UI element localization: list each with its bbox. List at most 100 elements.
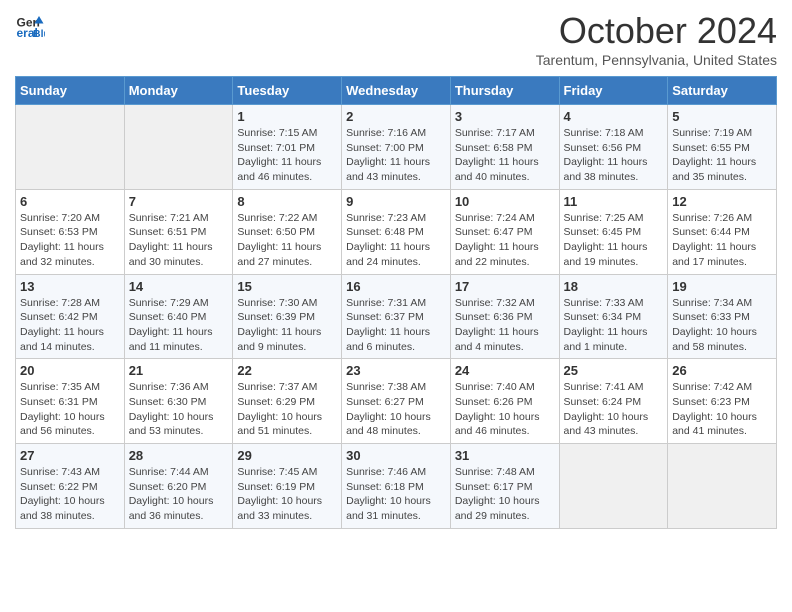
day-number: 22 (237, 363, 337, 378)
calendar-cell (668, 444, 777, 529)
calendar-cell: 22Sunrise: 7:37 AM Sunset: 6:29 PM Dayli… (233, 359, 342, 444)
day-number: 10 (455, 194, 555, 209)
day-info: Sunrise: 7:46 AM Sunset: 6:18 PM Dayligh… (346, 465, 446, 524)
day-info: Sunrise: 7:40 AM Sunset: 6:26 PM Dayligh… (455, 380, 555, 439)
day-info: Sunrise: 7:30 AM Sunset: 6:39 PM Dayligh… (237, 296, 337, 355)
calendar-cell: 18 Sunrise: 7:33 AM Sunset: 6:34 PM Dayli… (559, 274, 668, 359)
day-info: Sunrise: 7:21 AM Sunset: 6:51 PM Dayligh… (129, 211, 229, 270)
calendar-week-row: 27 Sunrise: 7:43 AM Sunset: 6:22 PM Dayli… (16, 444, 777, 529)
month-title: October 2024 (536, 10, 777, 52)
day-number: 18 (564, 279, 664, 294)
day-number: 7 (129, 194, 229, 209)
day-number: 28 (129, 448, 229, 463)
day-info: Sunrise: 7:24 AM Sunset: 6:47 PM Dayligh… (455, 211, 555, 270)
calendar-week-row: 1 Sunrise: 7:15 AM Sunset: 7:01 PM Daylig… (16, 105, 777, 190)
day-info: Sunrise: 7:45 AM Sunset: 6:19 PM Dayligh… (237, 465, 337, 524)
day-info: Sunrise: 7:15 AM Sunset: 7:01 PM Dayligh… (237, 126, 337, 185)
day-number: 5 (672, 109, 772, 124)
day-number: 4 (564, 109, 664, 124)
day-number: 14 (129, 279, 229, 294)
day-number: 29 (237, 448, 337, 463)
day-info: Sunrise: 7:32 AM Sunset: 6:36 PM Dayligh… (455, 296, 555, 355)
svg-text:Blue: Blue (33, 28, 45, 40)
calendar-cell: 11Sunrise: 7:25 AM Sunset: 6:45 PM Dayli… (559, 189, 668, 274)
day-number: 20 (20, 363, 120, 378)
col-header-friday: Friday (559, 77, 668, 105)
day-info: Sunrise: 7:26 AM Sunset: 6:44 PM Dayligh… (672, 211, 772, 270)
day-info: Sunrise: 7:19 AM Sunset: 6:55 PM Dayligh… (672, 126, 772, 185)
col-header-thursday: Thursday (450, 77, 559, 105)
calendar-cell: 14 Sunrise: 7:29 AM Sunset: 6:40 PM Dayli… (124, 274, 233, 359)
day-number: 13 (20, 279, 120, 294)
day-info: Sunrise: 7:38 AM Sunset: 6:27 PM Dayligh… (346, 380, 446, 439)
day-number: 2 (346, 109, 446, 124)
page-header: Gen eral Blue October 2024 Tarentum, Pen… (15, 10, 777, 68)
day-info: Sunrise: 7:48 AM Sunset: 6:17 PM Dayligh… (455, 465, 555, 524)
calendar-cell: 6Sunrise: 7:20 AM Sunset: 6:53 PM Daylig… (16, 189, 125, 274)
day-info: Sunrise: 7:18 AM Sunset: 6:56 PM Dayligh… (564, 126, 664, 185)
day-number: 17 (455, 279, 555, 294)
col-header-monday: Monday (124, 77, 233, 105)
day-number: 12 (672, 194, 772, 209)
day-number: 9 (346, 194, 446, 209)
calendar-cell: 3 Sunrise: 7:17 AM Sunset: 6:58 PM Daylig… (450, 105, 559, 190)
calendar-cell: 21Sunrise: 7:36 AM Sunset: 6:30 PM Dayli… (124, 359, 233, 444)
calendar-cell: 30 Sunrise: 7:46 AM Sunset: 6:18 PM Dayli… (342, 444, 451, 529)
calendar-cell: 24 Sunrise: 7:40 AM Sunset: 6:26 PM Dayli… (450, 359, 559, 444)
calendar-cell: 20 Sunrise: 7:35 AM Sunset: 6:31 PM Dayli… (16, 359, 125, 444)
col-header-wednesday: Wednesday (342, 77, 451, 105)
calendar-cell (559, 444, 668, 529)
day-number: 3 (455, 109, 555, 124)
calendar-cell: 5 Sunrise: 7:19 AM Sunset: 6:55 PM Daylig… (668, 105, 777, 190)
logo: Gen eral Blue (15, 10, 45, 40)
calendar-cell: 17 Sunrise: 7:32 AM Sunset: 6:36 PM Dayli… (450, 274, 559, 359)
day-number: 24 (455, 363, 555, 378)
calendar-cell: 1 Sunrise: 7:15 AM Sunset: 7:01 PM Daylig… (233, 105, 342, 190)
day-info: Sunrise: 7:31 AM Sunset: 6:37 PM Dayligh… (346, 296, 446, 355)
calendar-week-row: 6Sunrise: 7:20 AM Sunset: 6:53 PM Daylig… (16, 189, 777, 274)
calendar-cell: 10 Sunrise: 7:24 AM Sunset: 6:47 PM Dayli… (450, 189, 559, 274)
day-number: 1 (237, 109, 337, 124)
calendar-cell: 4 Sunrise: 7:18 AM Sunset: 6:56 PM Daylig… (559, 105, 668, 190)
day-info: Sunrise: 7:43 AM Sunset: 6:22 PM Dayligh… (20, 465, 120, 524)
day-info: Sunrise: 7:35 AM Sunset: 6:31 PM Dayligh… (20, 380, 120, 439)
day-info: Sunrise: 7:41 AM Sunset: 6:24 PM Dayligh… (564, 380, 664, 439)
calendar-cell: 31 Sunrise: 7:48 AM Sunset: 6:17 PM Dayli… (450, 444, 559, 529)
calendar-cell: 7 Sunrise: 7:21 AM Sunset: 6:51 PM Daylig… (124, 189, 233, 274)
day-number: 26 (672, 363, 772, 378)
day-number: 19 (672, 279, 772, 294)
day-info: Sunrise: 7:33 AM Sunset: 6:34 PM Dayligh… (564, 296, 664, 355)
day-info: Sunrise: 7:22 AM Sunset: 6:50 PM Dayligh… (237, 211, 337, 270)
calendar-cell: 2 Sunrise: 7:16 AM Sunset: 7:00 PM Daylig… (342, 105, 451, 190)
day-number: 15 (237, 279, 337, 294)
day-info: Sunrise: 7:17 AM Sunset: 6:58 PM Dayligh… (455, 126, 555, 185)
day-info: Sunrise: 7:44 AM Sunset: 6:20 PM Dayligh… (129, 465, 229, 524)
calendar-cell: 19 Sunrise: 7:34 AM Sunset: 6:33 PM Dayli… (668, 274, 777, 359)
calendar-cell: 8Sunrise: 7:22 AM Sunset: 6:50 PM Daylig… (233, 189, 342, 274)
calendar-cell: 15 Sunrise: 7:30 AM Sunset: 6:39 PM Dayli… (233, 274, 342, 359)
calendar-cell: 29 Sunrise: 7:45 AM Sunset: 6:19 PM Dayli… (233, 444, 342, 529)
day-number: 11 (564, 194, 664, 209)
day-number: 21 (129, 363, 229, 378)
calendar-cell (124, 105, 233, 190)
calendar-cell: 23Sunrise: 7:38 AM Sunset: 6:27 PM Dayli… (342, 359, 451, 444)
day-number: 25 (564, 363, 664, 378)
day-number: 31 (455, 448, 555, 463)
day-info: Sunrise: 7:34 AM Sunset: 6:33 PM Dayligh… (672, 296, 772, 355)
col-header-tuesday: Tuesday (233, 77, 342, 105)
day-number: 30 (346, 448, 446, 463)
calendar-cell: 13 Sunrise: 7:28 AM Sunset: 6:42 PM Dayli… (16, 274, 125, 359)
calendar-cell: 25 Sunrise: 7:41 AM Sunset: 6:24 PM Dayli… (559, 359, 668, 444)
calendar-cell: 9Sunrise: 7:23 AM Sunset: 6:48 PM Daylig… (342, 189, 451, 274)
calendar-cell: 27 Sunrise: 7:43 AM Sunset: 6:22 PM Dayli… (16, 444, 125, 529)
title-block: October 2024 Tarentum, Pennsylvania, Uni… (536, 10, 777, 68)
day-number: 27 (20, 448, 120, 463)
subtitle: Tarentum, Pennsylvania, United States (536, 52, 777, 68)
col-header-saturday: Saturday (668, 77, 777, 105)
day-info: Sunrise: 7:16 AM Sunset: 7:00 PM Dayligh… (346, 126, 446, 185)
calendar-header-row: SundayMondayTuesdayWednesdayThursdayFrid… (16, 77, 777, 105)
calendar-cell (16, 105, 125, 190)
calendar-cell: 16Sunrise: 7:31 AM Sunset: 6:37 PM Dayli… (342, 274, 451, 359)
day-info: Sunrise: 7:29 AM Sunset: 6:40 PM Dayligh… (129, 296, 229, 355)
day-info: Sunrise: 7:28 AM Sunset: 6:42 PM Dayligh… (20, 296, 120, 355)
